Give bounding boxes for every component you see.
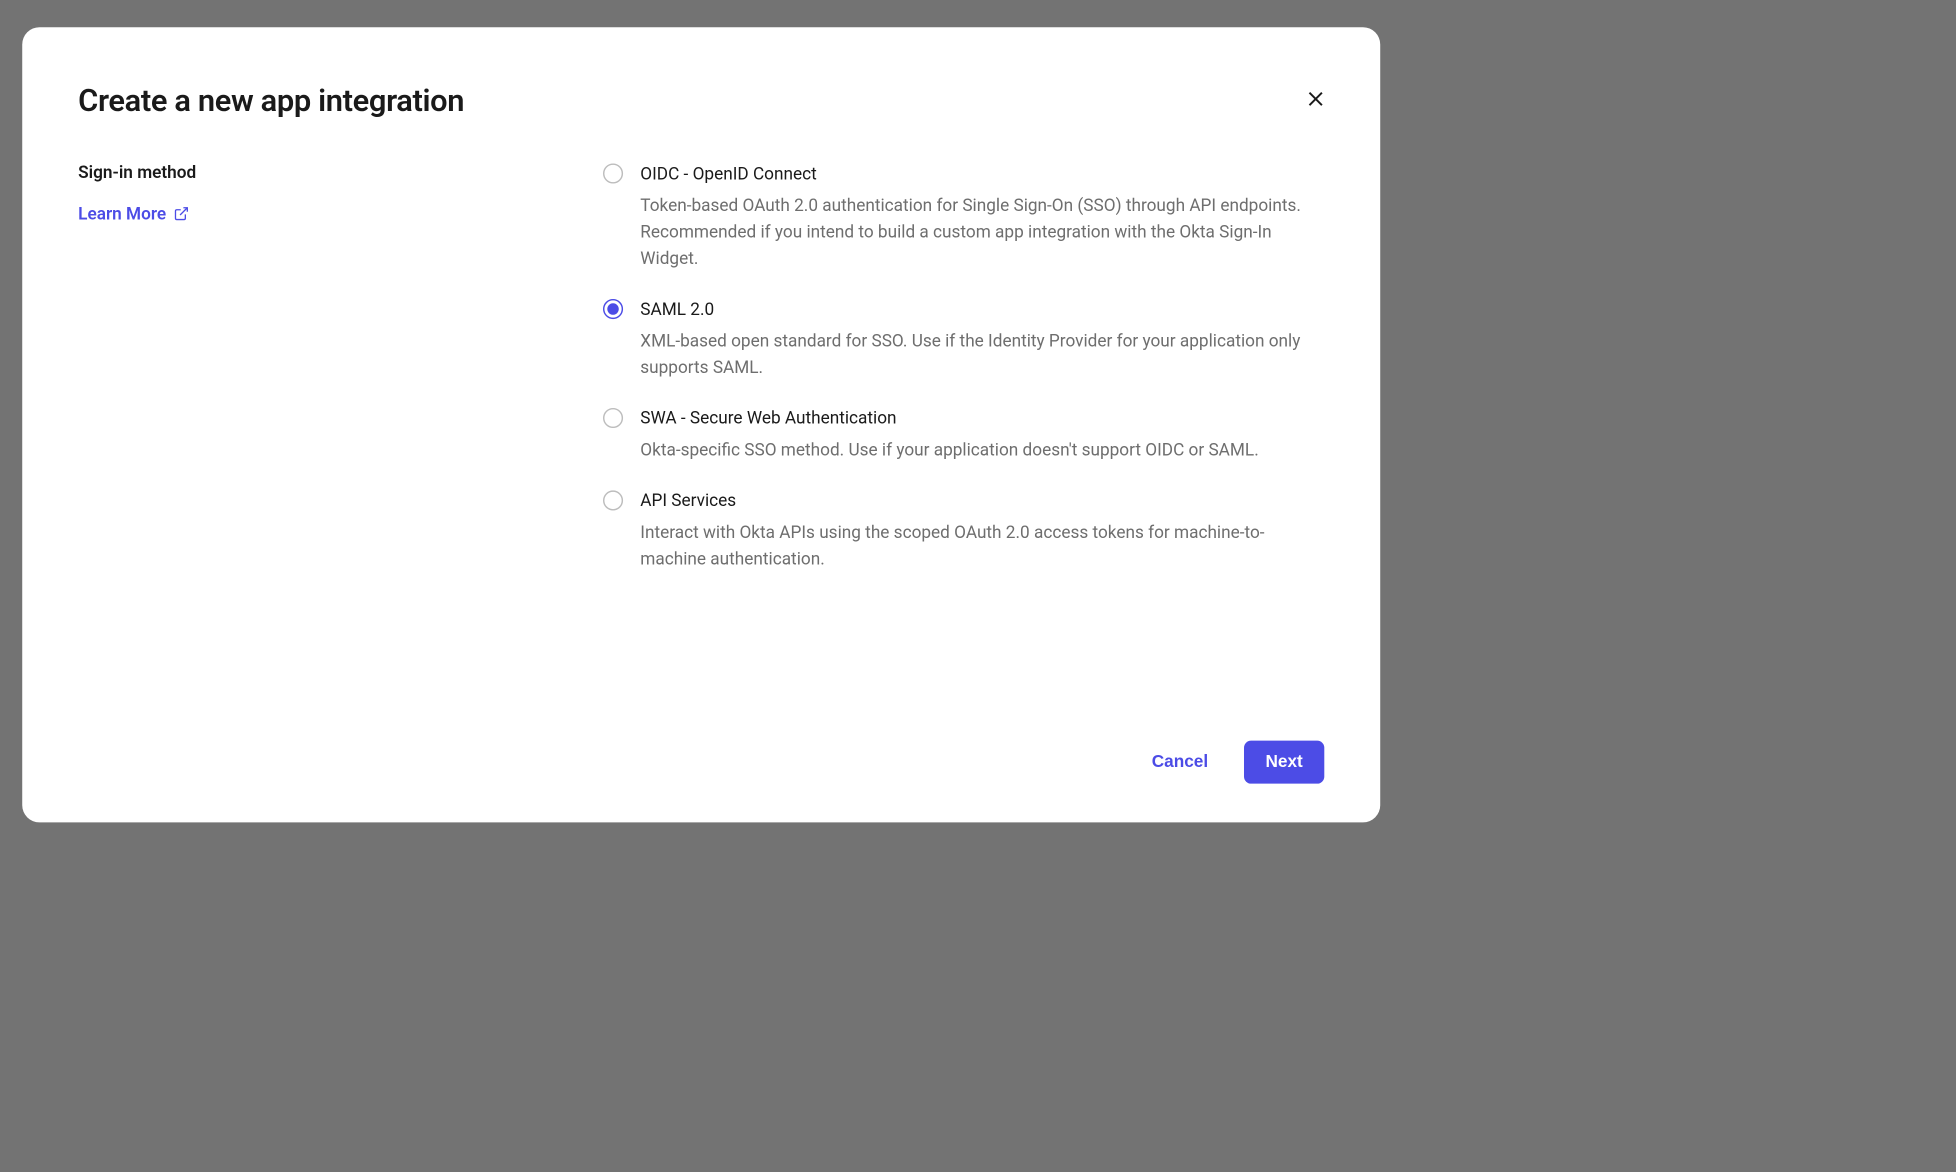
cancel-button[interactable]: Cancel [1137,742,1222,782]
option-title: OIDC - OpenID Connect [640,162,1324,186]
radio-oidc[interactable] [603,163,623,183]
option-saml[interactable]: SAML 2.0 XML-based open standard for SSO… [603,298,1324,381]
signin-method-label: Sign-in method [78,162,603,182]
option-desc: XML-based open standard for SSO. Use if … [640,327,1324,380]
close-button[interactable] [1303,86,1329,112]
option-desc: Okta-specific SSO method. Use if your ap… [640,436,1324,463]
option-title: SAML 2.0 [640,298,1324,322]
option-title: SWA - Secure Web Authentication [640,407,1324,431]
option-title: API Services [640,489,1324,513]
option-oidc[interactable]: OIDC - OpenID Connect Token-based OAuth … [603,162,1324,272]
close-icon [1306,90,1325,109]
learn-more-link[interactable]: Learn More [78,204,189,224]
modal-title: Create a new app integration [78,83,1324,119]
option-desc: Interact with Okta APIs using the scoped… [640,519,1324,572]
signin-method-options: OIDC - OpenID Connect Token-based OAuth … [603,162,1324,741]
learn-more-text: Learn More [78,204,166,224]
option-api-services[interactable]: API Services Interact with Okta APIs usi… [603,489,1324,572]
radio-swa[interactable] [603,408,623,428]
radio-saml[interactable] [603,299,623,319]
radio-api-services[interactable] [603,490,623,510]
create-app-integration-modal: Create a new app integration Sign-in met… [22,27,1380,822]
external-link-icon [173,206,189,222]
option-swa[interactable]: SWA - Secure Web Authentication Okta-spe… [603,407,1324,463]
next-button[interactable]: Next [1244,741,1324,784]
option-desc: Token-based OAuth 2.0 authentication for… [640,192,1324,272]
modal-footer: Cancel Next [78,741,1324,784]
